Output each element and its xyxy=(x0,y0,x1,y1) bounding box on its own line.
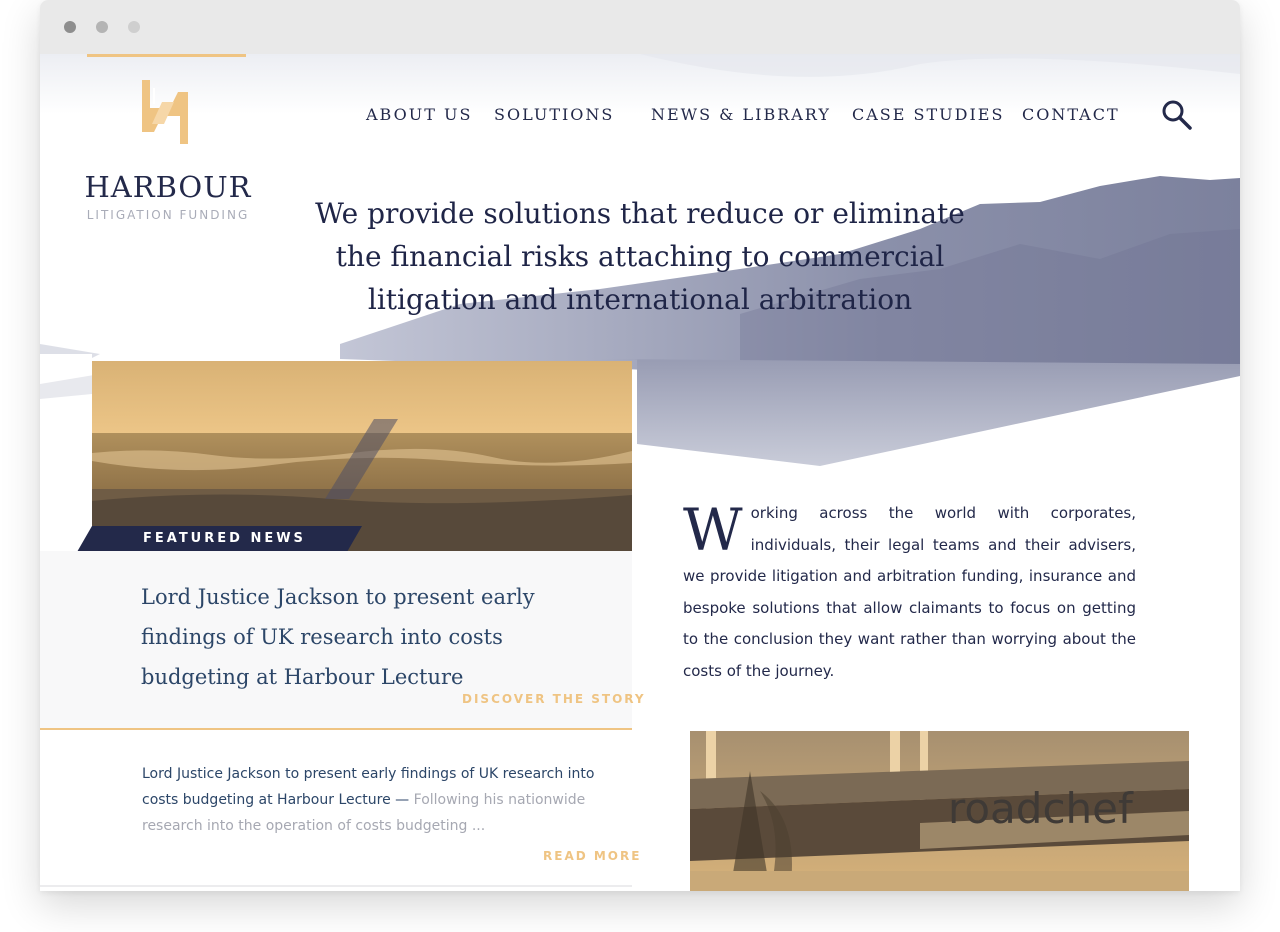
browser-window: HARBOUR LITIGATION FUNDING ABOUT US SOLU… xyxy=(40,0,1240,891)
nav-about-us[interactable]: ABOUT US xyxy=(366,105,472,124)
intro-paragraph: Working across the world with corporates… xyxy=(683,498,1136,687)
search-icon[interactable] xyxy=(1160,98,1194,132)
news-item: Lord Justice Jackson to present early fi… xyxy=(142,761,612,839)
news-list-divider xyxy=(40,885,632,887)
featured-beach-image[interactable] xyxy=(92,361,632,551)
nav-solutions[interactable]: SOLUTIONS xyxy=(494,105,614,124)
brand-name[interactable]: HARBOUR xyxy=(80,170,256,204)
intro-text: orking across the world with corporates,… xyxy=(683,504,1136,680)
read-more-link[interactable]: READ MORE xyxy=(543,849,641,863)
window-titlebar xyxy=(40,0,1240,54)
case-study-sign-text: roadchef xyxy=(948,784,1134,833)
window-maximize-dot[interactable] xyxy=(128,21,140,33)
web-page: HARBOUR LITIGATION FUNDING ABOUT US SOLU… xyxy=(40,54,1240,891)
discover-story-link[interactable]: DISCOVER THE STORY xyxy=(462,692,646,706)
nav-news-library[interactable]: NEWS & LIBRARY xyxy=(651,105,831,124)
harbour-logo-icon[interactable] xyxy=(140,78,190,146)
featured-news-title[interactable]: Lord Justice Jackson to present early fi… xyxy=(141,577,591,697)
logo-accent-bar xyxy=(87,54,246,57)
nav-case-studies[interactable]: CASE STUDIES xyxy=(852,105,1004,124)
brand-tagline: LITIGATION FUNDING xyxy=(86,208,250,222)
featured-news-label: FEATURED NEWS xyxy=(143,531,306,546)
featured-card-divider xyxy=(40,728,632,730)
window-close-dot[interactable] xyxy=(64,21,76,33)
case-study-image[interactable]: roadchef xyxy=(690,731,1189,891)
nav-contact[interactable]: CONTACT xyxy=(1022,105,1120,124)
intro-dropcap: W xyxy=(683,496,743,564)
hero-headline: We provide solutions that reduce or elim… xyxy=(315,197,965,316)
window-minimize-dot[interactable] xyxy=(96,21,108,33)
